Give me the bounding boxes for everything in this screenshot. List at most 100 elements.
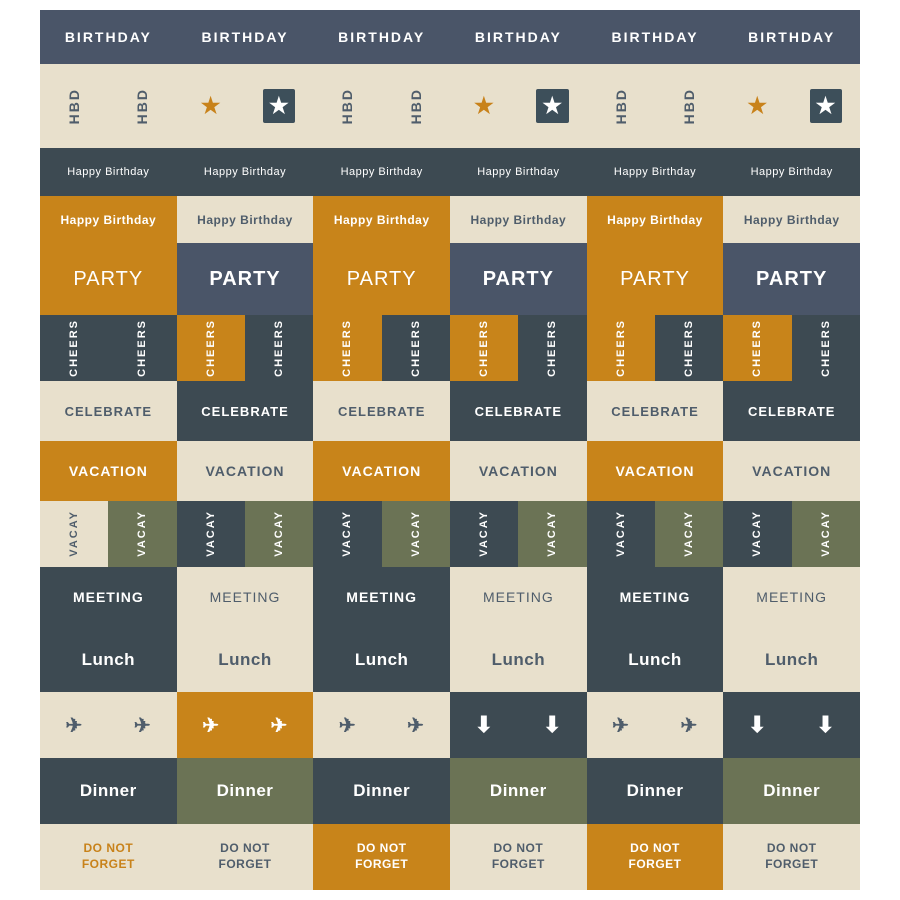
cell: VACAY (108, 501, 176, 567)
cell: HBD (655, 64, 723, 148)
happybday-sm-row: Happy Birthday Happy Birthday Happy Birt… (40, 148, 860, 196)
cell: DO NOTFORGET (313, 824, 450, 890)
cell: CHEERS (40, 315, 108, 381)
cell: VACAY (587, 501, 655, 567)
cell: PARTY (313, 243, 450, 315)
celebrate-row: CELEBRATE CELEBRATE CELEBRATE CELEBRATE … (40, 381, 860, 441)
birthday-row: BIRTHDAY BIRTHDAY BIRTHDAY BIRTHDAY BIRT… (40, 10, 860, 64)
cell: PARTY (723, 243, 860, 315)
cell: ⬇ (723, 692, 791, 758)
cell: Dinner (450, 758, 587, 824)
cell: VACATION (313, 441, 450, 501)
cell: DO NOTFORGET (177, 824, 314, 890)
cell: CHEERS (792, 315, 860, 381)
cell: BIRTHDAY (587, 10, 724, 64)
cell: HBD (108, 64, 176, 148)
cell: CELEBRATE (177, 381, 314, 441)
cell: BIRTHDAY (313, 10, 450, 64)
cell: ⬇ (518, 692, 586, 758)
cell: CELEBRATE (587, 381, 724, 441)
cheers-row: CHEERS CHEERS CHEERS CHEERS CHEERS CHEER… (40, 315, 860, 381)
cell: Happy Birthday (587, 148, 724, 196)
cell: Happy Birthday (587, 196, 724, 244)
cell: BIRTHDAY (177, 10, 314, 64)
cell: Dinner (40, 758, 177, 824)
cell: Happy Birthday (450, 196, 587, 244)
cell: HBD (382, 64, 450, 148)
cell: Happy Birthday (723, 148, 860, 196)
vacay-row: VACAY VACAY VACAY VACAY VACAY VACAY VACA… (40, 501, 860, 567)
cell: VACATION (177, 441, 314, 501)
cell: VACAY (177, 501, 245, 567)
cell: CHEERS (655, 315, 723, 381)
cell: ✈ (108, 692, 176, 758)
cell: ★ (177, 64, 245, 148)
cell: HBD (40, 64, 108, 148)
vacation-row: VACATION VACATION VACATION VACATION VACA… (40, 441, 860, 501)
cell: CHEERS (450, 315, 518, 381)
cell: MEETING (587, 567, 724, 627)
cell: Lunch (723, 627, 860, 693)
cell: MEETING (313, 567, 450, 627)
cell: BIRTHDAY (40, 10, 177, 64)
cell: CELEBRATE (40, 381, 177, 441)
pattern-grid: BIRTHDAY BIRTHDAY BIRTHDAY BIRTHDAY BIRT… (40, 10, 860, 890)
cell: CELEBRATE (723, 381, 860, 441)
cell: Lunch (177, 627, 314, 693)
cell: VACATION (450, 441, 587, 501)
cell: BIRTHDAY (723, 10, 860, 64)
cell: DO NOTFORGET (587, 824, 724, 890)
cell: VACAY (313, 501, 381, 567)
cell: MEETING (723, 567, 860, 627)
cell: Happy Birthday (723, 196, 860, 244)
cell: Lunch (450, 627, 587, 693)
cell: VACAY (382, 501, 450, 567)
cell: MEETING (40, 567, 177, 627)
cell: CHEERS (177, 315, 245, 381)
cell: PARTY (177, 243, 314, 315)
happybday-lg-row: Happy Birthday Happy Birthday Happy Birt… (40, 196, 860, 244)
cell: DO NOTFORGET (450, 824, 587, 890)
cell: ★ (245, 64, 313, 148)
cell: CHEERS (108, 315, 176, 381)
plane-row: ✈ ✈ ✈ ✈ ✈ ✈ ⬇ ⬇ ✈ ✈ ⬇ ⬇ (40, 692, 860, 758)
cell: VACATION (723, 441, 860, 501)
meeting-row: MEETING MEETING MEETING MEETING MEETING … (40, 567, 860, 627)
cell: DO NOTFORGET (723, 824, 860, 890)
cell: VACAY (450, 501, 518, 567)
cell: VACAY (245, 501, 313, 567)
cell: CHEERS (245, 315, 313, 381)
cell: HBD (313, 64, 381, 148)
cell: ⬇ (450, 692, 518, 758)
cell: ★ (450, 64, 518, 148)
cell: Lunch (40, 627, 177, 693)
cell: VACAY (792, 501, 860, 567)
cell: VACATION (587, 441, 724, 501)
cell: VACATION (40, 441, 177, 501)
cell: Happy Birthday (40, 196, 177, 244)
party-row: PARTY PARTY PARTY PARTY PARTY PARTY (40, 243, 860, 315)
cell: CHEERS (723, 315, 791, 381)
cell: CHEERS (518, 315, 586, 381)
cell: CELEBRATE (313, 381, 450, 441)
cell: ✈ (177, 692, 245, 758)
cell: ★ (723, 64, 791, 148)
cell: ✈ (40, 692, 108, 758)
cell: Happy Birthday (177, 148, 314, 196)
hbd-row: HBD HBD ★ ★ HBD HBD ★ ★ HBD HBD ★ ★ (40, 64, 860, 148)
cell: HBD (587, 64, 655, 148)
cell: CELEBRATE (450, 381, 587, 441)
cell: Dinner (177, 758, 314, 824)
cell: VACAY (518, 501, 586, 567)
cell: VACAY (723, 501, 791, 567)
cell: BIRTHDAY (450, 10, 587, 64)
cell: ★ (792, 64, 860, 148)
cell: ⬇ (792, 692, 860, 758)
cell: Lunch (313, 627, 450, 693)
cell: ✈ (382, 692, 450, 758)
cell: Dinner (723, 758, 860, 824)
cell: VACAY (655, 501, 723, 567)
cell: PARTY (450, 243, 587, 315)
cell: Dinner (587, 758, 724, 824)
donotforget-row: DO NOTFORGET DO NOTFORGET DO NOTFORGET D… (40, 824, 860, 890)
